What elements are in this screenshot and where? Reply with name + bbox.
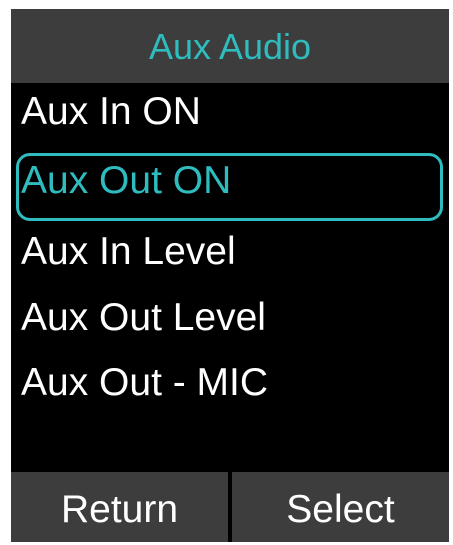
- return-softkey-label: Return: [60, 487, 179, 531]
- menu-item-aux-out-mic[interactable]: Aux Out - MIC: [11, 354, 449, 422]
- device-screen: Aux Audio Aux In ON Aux Out ON Aux In Le…: [11, 9, 449, 542]
- menu-item-label: Aux In ON: [21, 90, 201, 133]
- menu-item-label: Aux Out Level: [21, 296, 266, 339]
- menu-item-label: Aux Out ON: [21, 159, 232, 202]
- menu-item-aux-out-on[interactable]: Aux Out ON: [16, 153, 443, 221]
- screen-title: Aux Audio: [148, 26, 312, 67]
- menu-item-aux-in-level[interactable]: Aux In Level: [11, 223, 449, 291]
- menu-item-label: Aux Out - MIC: [21, 361, 269, 404]
- menu-item-aux-out-level[interactable]: Aux Out Level: [11, 289, 449, 357]
- softkey-bar: Return Select: [11, 472, 449, 542]
- title-bar: Aux Audio: [11, 9, 449, 83]
- return-softkey[interactable]: Return: [11, 472, 228, 542]
- menu-item-aux-in-on[interactable]: Aux In ON: [11, 83, 449, 151]
- select-softkey-label: Select: [286, 487, 395, 531]
- select-softkey[interactable]: Select: [232, 472, 449, 542]
- menu-item-label: Aux In Level: [21, 230, 236, 273]
